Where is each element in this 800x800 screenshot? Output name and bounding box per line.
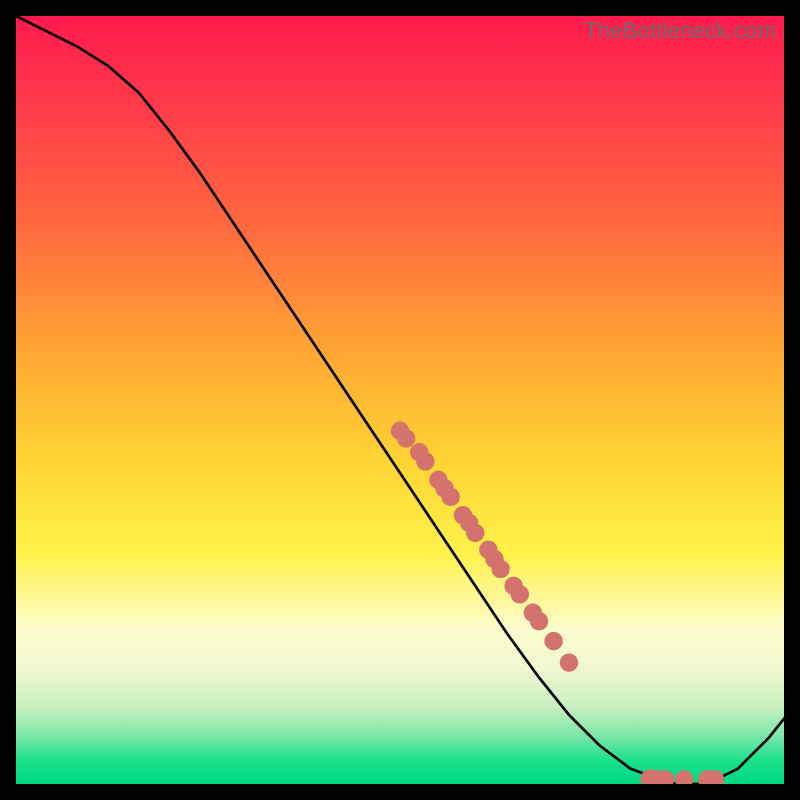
data-point — [397, 429, 415, 447]
data-point — [544, 632, 562, 650]
chart-svg — [16, 16, 784, 784]
data-point — [416, 452, 434, 470]
curve-line — [16, 16, 784, 784]
data-point — [491, 560, 509, 578]
data-point — [560, 653, 578, 671]
data-point — [511, 585, 529, 603]
plot-area: TheBottleneck.com — [16, 16, 784, 784]
data-point — [675, 770, 693, 784]
data-point — [466, 524, 484, 542]
data-point — [441, 488, 459, 506]
data-point — [530, 612, 548, 630]
chart-stage: TheBottleneck.com — [0, 0, 800, 800]
